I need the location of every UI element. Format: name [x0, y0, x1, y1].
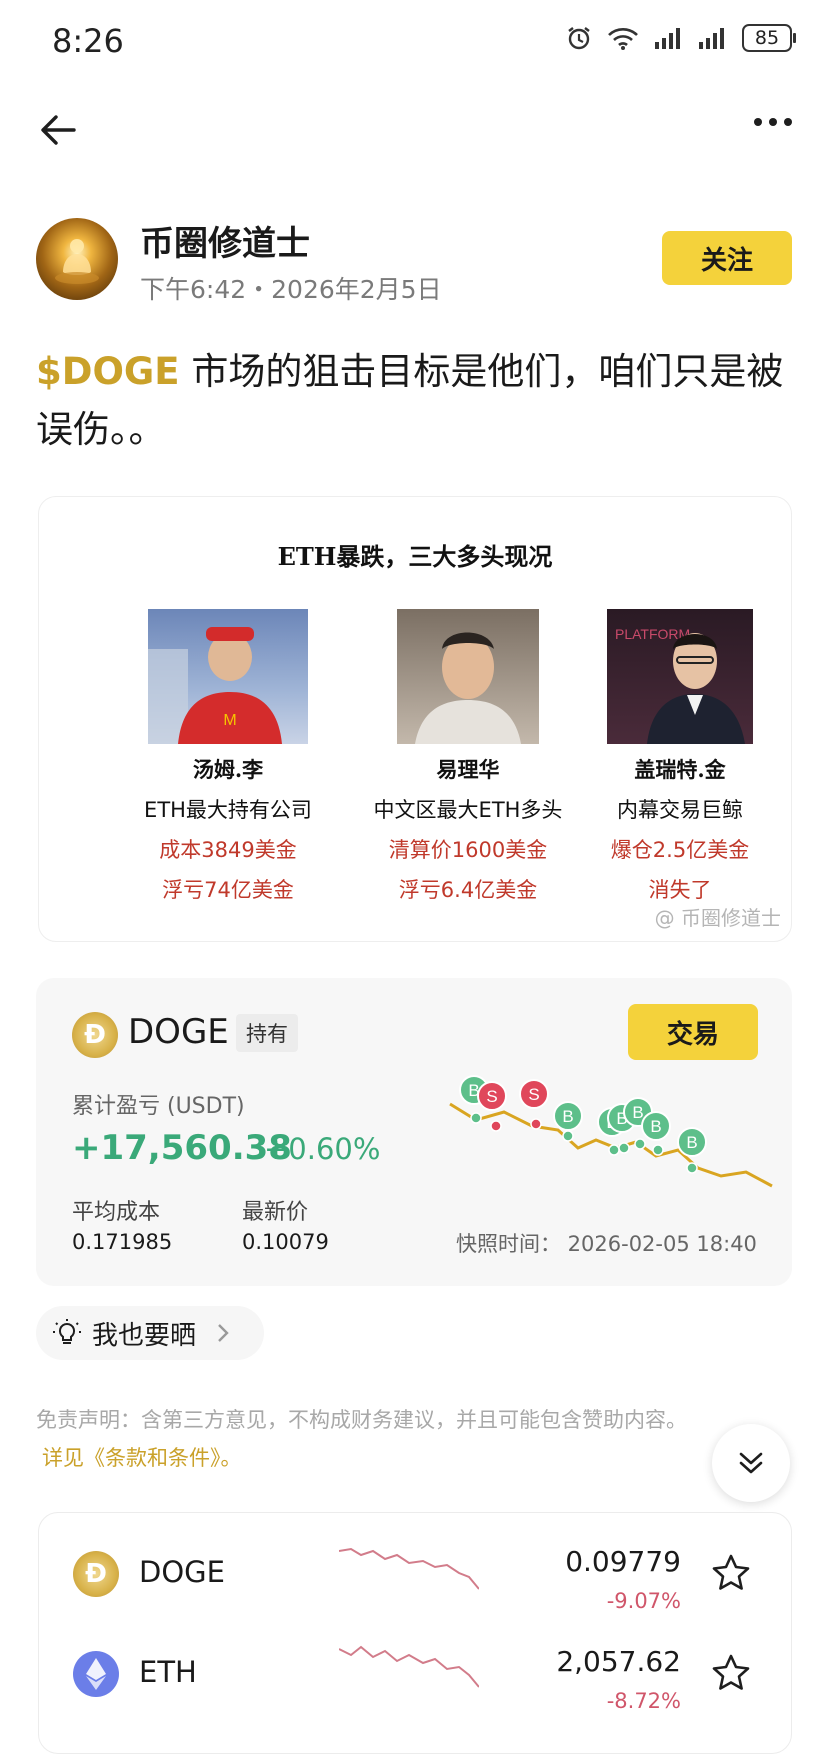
market-row[interactable]: Đ DOGE 0.09779 -9.07%	[39, 1513, 791, 1623]
person-photo-icon	[415, 632, 521, 744]
person-stat: 浮亏6.4亿美金	[398, 878, 538, 902]
signal-icon	[655, 28, 680, 49]
market-price: 2,057.62	[556, 1645, 681, 1678]
person-name: 盖瑞特.金	[634, 757, 726, 782]
market-price: 0.09779	[565, 1545, 681, 1578]
image-watermark: @ 币圈修道士	[654, 906, 781, 930]
person-photo	[397, 609, 539, 744]
share-position-button[interactable]: 我也要晒	[36, 1306, 264, 1360]
chevron-right-icon	[218, 1324, 229, 1342]
pnl-value: +17,560.38	[72, 1128, 292, 1168]
eth-coin-icon	[73, 1651, 119, 1697]
market-change: -9.07%	[606, 1589, 681, 1613]
trade-button[interactable]: 交易	[628, 1004, 758, 1060]
pnl-percent: +0.60%	[264, 1132, 381, 1166]
svg-text:B: B	[562, 1107, 573, 1126]
avg-cost-label: 平均成本	[72, 1200, 161, 1225]
person-desc: 内幕交易巨鲸	[617, 798, 743, 822]
post-timestamp: 下午6:42・2026年2月5日	[140, 275, 442, 304]
signal-icon-2	[699, 28, 724, 49]
sell-marker: S	[477, 1081, 507, 1132]
svg-text:S: S	[486, 1087, 497, 1106]
battery-icon: 85	[742, 24, 796, 52]
market-change: -8.72%	[606, 1689, 681, 1713]
doge-coin-icon: Đ	[72, 1012, 118, 1058]
person-photo-icon: M	[148, 627, 282, 744]
cashtag-link[interactable]: $DOGE	[36, 350, 180, 393]
snapshot-time: 快照时间： 2026-02-05 18:40	[456, 1232, 757, 1256]
double-chevron-down-icon	[739, 1452, 763, 1474]
market-row[interactable]: ETH 2,057.62 -8.72%	[39, 1613, 791, 1723]
lightbulb-icon	[53, 1319, 81, 1344]
person-photo-icon: PLATFORM	[615, 626, 745, 744]
person-stat: 浮亏74亿美金	[162, 878, 294, 902]
last-price-label: 最新价	[242, 1200, 309, 1225]
person-desc: 中文区最大ETH多头	[373, 798, 563, 822]
svg-text:B: B	[632, 1103, 643, 1122]
person-card: M 汤姆.李 ETH最大持有公司 成本3849美金 浮亏74亿美金	[108, 609, 348, 904]
person-card: 易理华 中文区最大ETH多头 清算价1600美金 浮亏6.4亿美金	[348, 609, 588, 904]
price-sparkline	[339, 1645, 479, 1688]
person-stat: 爆仓2.5亿美金	[610, 838, 750, 862]
back-arrow-icon	[41, 115, 76, 145]
image-title: ETH暴跌，三大多头现况	[277, 542, 553, 571]
last-price-value: 0.10079	[242, 1230, 329, 1254]
terms-link[interactable]: 详见《条款和条件》。	[42, 1442, 242, 1472]
doge-coin-icon: Đ	[73, 1551, 119, 1597]
avg-cost-value: 0.171985	[72, 1230, 173, 1254]
follow-button[interactable]: 关注	[662, 231, 792, 285]
trade-history-sparkline: BSSBBBBBB	[449, 1075, 773, 1188]
svg-text:S: S	[528, 1085, 539, 1104]
person-card: PLATFORM 盖瑞特.金 内幕交易巨鲸 爆仓2.5亿美金 消失了	[560, 609, 791, 904]
avatar[interactable]	[36, 218, 118, 300]
position-card[interactable]: Đ DOGE 持有 交易 累计盈亏 (USDT) +17,560.38 +0.6…	[36, 978, 792, 1286]
pnl-label: 累计盈亏 (USDT)	[72, 1094, 245, 1119]
author-name[interactable]: 币圈修道士	[140, 216, 310, 265]
collapse-button[interactable]	[712, 1424, 790, 1502]
buy-marker: B	[553, 1101, 583, 1142]
disclaimer-text: 免责声明：含第三方意见，不构成财务建议，并且可能包含赞助内容。	[36, 1408, 687, 1432]
person-photo: PLATFORM	[607, 609, 753, 744]
more-options-button[interactable]	[754, 118, 792, 126]
price-sparkline	[339, 1547, 479, 1590]
back-button[interactable]	[36, 108, 80, 152]
favorite-star-icon[interactable]	[711, 1553, 751, 1593]
person-stat: 成本3849美金	[159, 838, 297, 862]
buy-marker: B	[677, 1127, 707, 1174]
svg-text:M: M	[223, 712, 236, 729]
post-text: $DOGE 市场的狙击目标是他们，咱们只是被误伤。。	[36, 343, 796, 459]
svg-text:B: B	[650, 1117, 661, 1136]
share-label: 我也要晒	[92, 1320, 197, 1351]
person-photo: M	[148, 609, 308, 744]
person-name: 易理华	[436, 757, 500, 782]
person-desc: ETH最大持有公司	[144, 798, 312, 822]
alarm-icon	[568, 27, 590, 50]
meditating-figure-icon	[55, 239, 99, 284]
hold-badge: 持有	[236, 1014, 298, 1052]
status-icons: 85	[566, 24, 796, 52]
position-symbol: DOGE	[128, 1012, 229, 1052]
person-stat: 清算价1600美金	[388, 838, 548, 862]
status-time: 8:26	[52, 22, 124, 60]
favorite-star-icon[interactable]	[711, 1653, 751, 1693]
related-markets: Đ DOGE 0.09779 -9.07% ETH 2,057.62 -8.72…	[38, 1512, 792, 1754]
market-symbol: ETH	[139, 1655, 197, 1689]
svg-text:B: B	[686, 1133, 697, 1152]
person-name: 汤姆.李	[192, 757, 264, 782]
post-image[interactable]: ETH暴跌，三大多头现况 M 汤姆.李 ETH最大持有公司 成本3849美金 浮…	[38, 496, 792, 942]
market-symbol: DOGE	[139, 1555, 225, 1589]
person-stat: 消失了	[648, 878, 712, 902]
wifi-icon	[608, 28, 638, 50]
